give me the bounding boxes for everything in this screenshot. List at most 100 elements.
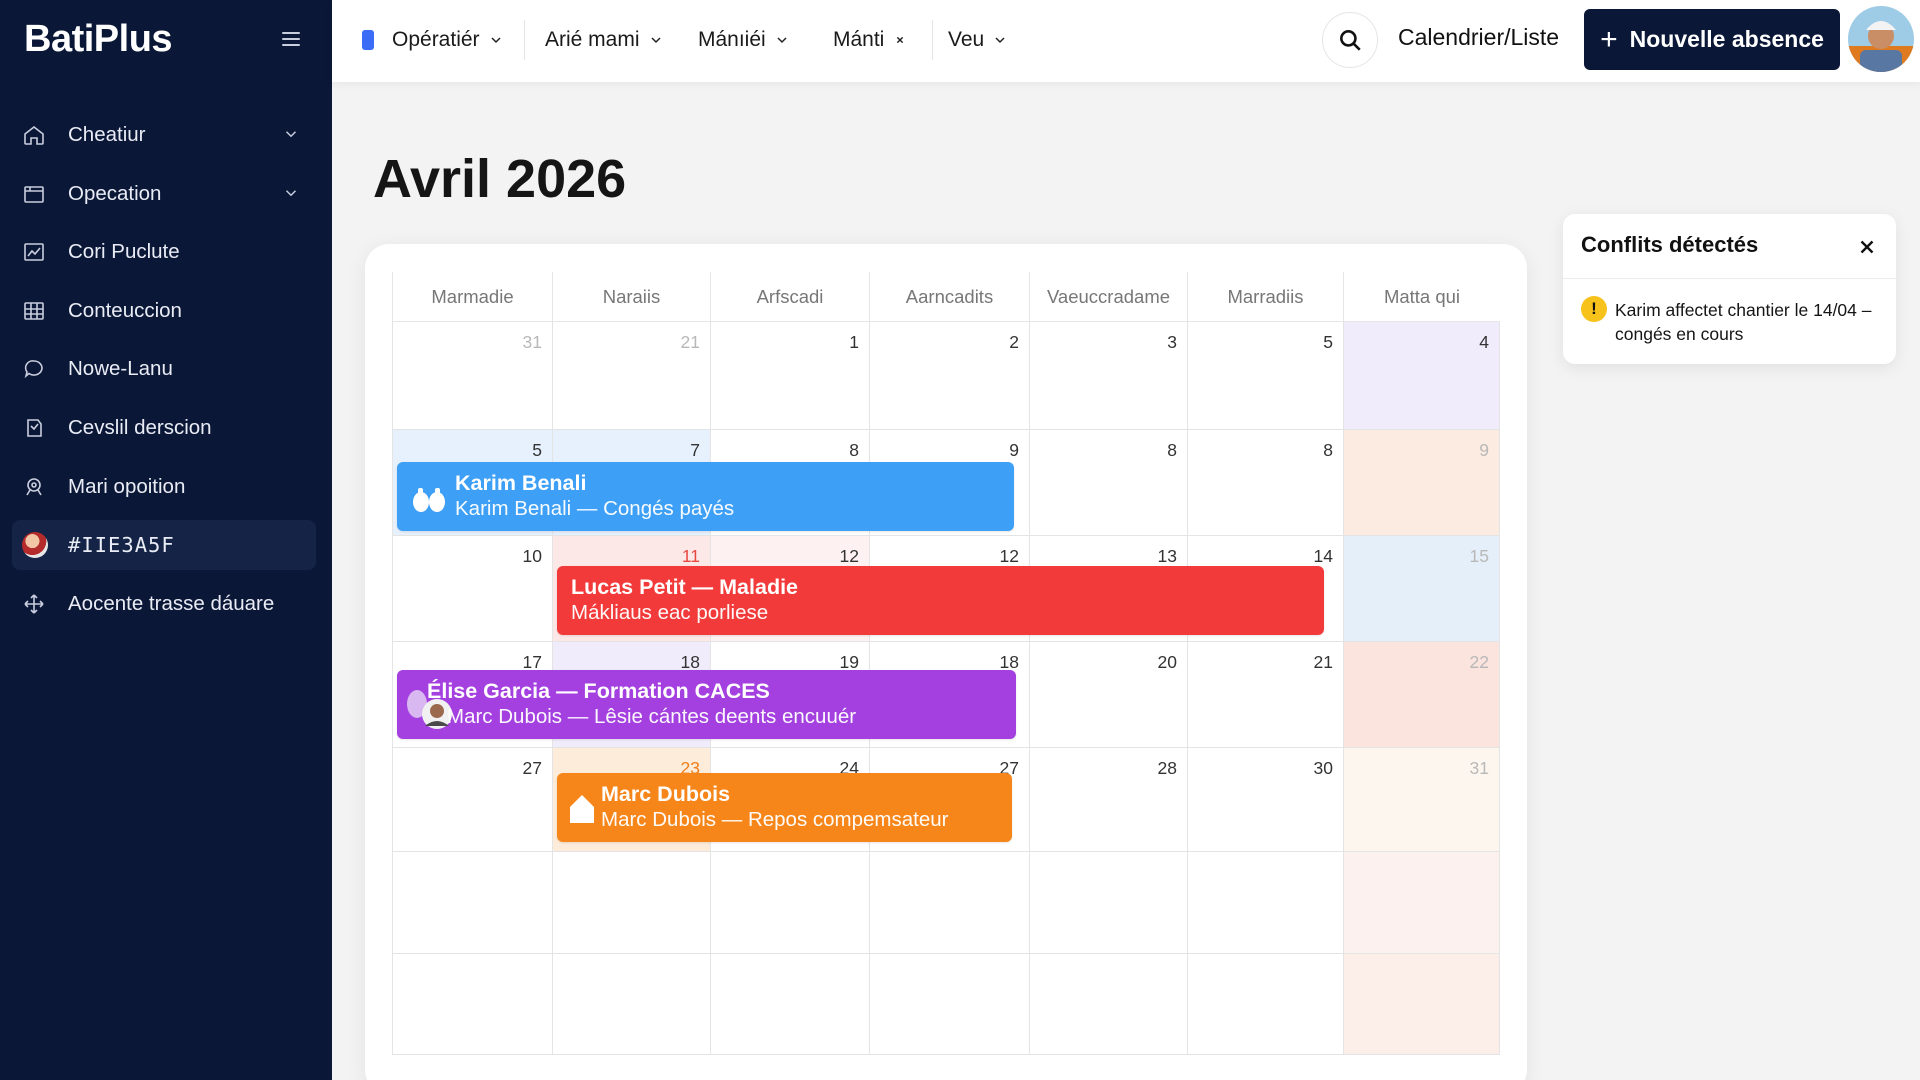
- calendar-day-cell[interactable]: [1343, 852, 1500, 954]
- filter-manti[interactable]: Mánti: [833, 22, 908, 58]
- chevron-down-icon[interactable]: [282, 184, 300, 202]
- calendar-day-cell[interactable]: 8: [1187, 430, 1343, 536]
- calendar-day-cell[interactable]: 8: [1029, 430, 1187, 536]
- day-number: 30: [1313, 758, 1333, 778]
- sidebar-item-label: Cori Puclute: [68, 240, 180, 264]
- sidebar-item-label: Cheatiur: [68, 123, 146, 146]
- day-number: 3: [1167, 332, 1177, 352]
- avatar-image: [1848, 6, 1914, 72]
- event-subtitle: Marc Dubois — Repos compemsateur: [601, 808, 949, 831]
- chevron-down-icon[interactable]: [282, 125, 300, 143]
- day-number: 13: [1157, 546, 1177, 566]
- shield-icon: [22, 416, 46, 440]
- close-icon[interactable]: [1856, 236, 1878, 258]
- calendar-day-cell[interactable]: 21: [1187, 642, 1343, 748]
- conflicts-panel: Conflits détectés ! Karim affectet chant…: [1563, 214, 1896, 364]
- sidebar-item-label: Opecation: [68, 181, 162, 205]
- calendar-day-cell[interactable]: [1029, 954, 1187, 1055]
- calendar-day-cell[interactable]: 20: [1029, 642, 1187, 748]
- sidebar-nav: Cheatiur Opecation Cori Puclute Conteucc…: [12, 110, 316, 637]
- calendar-day-cell[interactable]: [1029, 852, 1187, 954]
- calendar-day-cell[interactable]: [392, 852, 552, 954]
- sidebar-item-nowe-lanu[interactable]: Nowe-Lanu: [12, 344, 316, 394]
- weekday-header: Aarncadits: [869, 272, 1029, 322]
- event-subtitle: Marc Dubois — Lêsie cántes deents encuué…: [447, 705, 857, 728]
- calendar-day-cell[interactable]: 1: [710, 322, 869, 430]
- day-number: 11: [681, 546, 700, 566]
- divider: [524, 20, 525, 60]
- calendar-day-cell[interactable]: 27: [392, 748, 552, 852]
- filter-operateur[interactable]: Opératiér: [362, 22, 504, 58]
- calendar-day-cell[interactable]: 9: [1343, 430, 1500, 536]
- topbar: Opératiér Arié mami Mánıiéi Mánti Veu Ca…: [332, 0, 1920, 82]
- calendar-day-cell[interactable]: [710, 954, 869, 1055]
- calendar-day-cell[interactable]: [1343, 954, 1500, 1055]
- app-logo[interactable]: BatiPlus: [24, 18, 173, 61]
- absence-event-lucas[interactable]: Lucas Petit — Maladie Mákliaus eac porli…: [557, 566, 1324, 635]
- calendar-day-cell[interactable]: 28: [1029, 748, 1187, 852]
- filter-maniei[interactable]: Mánıiéi: [698, 22, 790, 58]
- day-number: 8: [1167, 440, 1177, 460]
- day-number: 2: [1009, 332, 1019, 352]
- view-toggle-calendar-list[interactable]: Calendrier/Liste: [1398, 24, 1559, 51]
- filter-veu[interactable]: Veu: [948, 22, 1008, 58]
- calendar-day-cell[interactable]: 5: [1187, 322, 1343, 430]
- conflict-message[interactable]: Karim affectet chantier le 14/04 – congé…: [1615, 298, 1887, 346]
- calendar-day-cell[interactable]: 4: [1343, 322, 1500, 430]
- user-avatar: [22, 532, 48, 559]
- calendar-day-cell[interactable]: [552, 852, 710, 954]
- day-number: 15: [1469, 546, 1489, 566]
- house-icon: [570, 795, 594, 823]
- event-subtitle: Karim Benali — Congés payés: [455, 497, 735, 520]
- calendar-day-cell[interactable]: [1187, 954, 1343, 1055]
- plus-icon: +: [1600, 22, 1618, 56]
- weekday-header: Naraiis: [552, 272, 710, 322]
- day-number: 1: [849, 332, 859, 352]
- calendar-day-cell[interactable]: 22: [1343, 642, 1500, 748]
- warning-icon: !: [1581, 296, 1607, 322]
- sidebar-item-cevslil-derscion[interactable]: Cevslil derscion: [12, 403, 316, 453]
- day-number: 5: [1323, 332, 1333, 352]
- calendar-day-cell[interactable]: [710, 852, 869, 954]
- weekday-header: Marradiis: [1187, 272, 1343, 322]
- calendar-day-cell[interactable]: 21: [552, 322, 710, 430]
- day-number: 20: [1157, 652, 1177, 672]
- sidebar-item-cori-puclute[interactable]: Cori Puclute: [12, 227, 316, 277]
- calendar-day-cell[interactable]: 10: [392, 536, 552, 642]
- weekday-header: Arfscadi: [710, 272, 869, 322]
- day-number: 9: [1009, 440, 1019, 460]
- calendar-day-cell[interactable]: 30: [1187, 748, 1343, 852]
- calendar-day-cell[interactable]: [869, 852, 1029, 954]
- absence-event-karim[interactable]: Karim Benali Karim Benali — Congés payés: [397, 462, 1014, 531]
- calendar-day-cell[interactable]: 3: [1029, 322, 1187, 430]
- chat-icon: [22, 357, 46, 381]
- chevron-down-icon: [491, 37, 501, 44]
- event-title: Lucas Petit — Maladie: [571, 575, 799, 599]
- calendar-day-cell[interactable]: 15: [1343, 536, 1500, 642]
- calendar-day-cell[interactable]: [869, 954, 1029, 1055]
- calendar-day-cell[interactable]: [1187, 852, 1343, 954]
- hamburger-menu-icon[interactable]: [278, 28, 304, 54]
- calendar-day-cell[interactable]: [552, 954, 710, 1055]
- sidebar: BatiPlus Cheatiur Opecation Cori Puclute…: [0, 0, 332, 1080]
- sidebar-item-conteuccion[interactable]: Conteuccion: [12, 286, 316, 336]
- search-button[interactable]: [1322, 12, 1378, 68]
- calendar-day-cell[interactable]: 31: [392, 322, 552, 430]
- sidebar-item-label: Nowe-Lanu: [68, 357, 173, 381]
- absence-event-marc[interactable]: Marc Dubois Marc Dubois — Repos compemsa…: [557, 773, 1012, 842]
- sidebar-item-label: Conteuccion: [68, 298, 182, 322]
- calendar-day-cell[interactable]: 2: [869, 322, 1029, 430]
- sidebar-item-cheatiur[interactable]: Cheatiur: [12, 110, 316, 160]
- sidebar-item-opecation[interactable]: Opecation: [12, 169, 316, 219]
- new-absence-button[interactable]: + Nouvelle absence: [1584, 9, 1840, 70]
- move-icon: [22, 592, 46, 616]
- absence-event-elise[interactable]: Élise Garcia — Formation CACES Marc Dubo…: [397, 670, 1016, 739]
- user-avatar[interactable]: [1848, 6, 1914, 72]
- calendar-day-cell[interactable]: 31: [1343, 748, 1500, 852]
- event-subtitle: Mákliaus eac porliese: [571, 601, 769, 624]
- filter-arie-mami[interactable]: Arié mami: [545, 22, 664, 58]
- calendar-day-cell[interactable]: [392, 954, 552, 1055]
- sidebar-item-mari-opoition[interactable]: Mari opoition: [12, 462, 316, 512]
- sidebar-item-profile[interactable]: #IIE3A5F: [12, 520, 316, 571]
- sidebar-item-aocente[interactable]: Aocente trasse dáuare: [12, 579, 316, 629]
